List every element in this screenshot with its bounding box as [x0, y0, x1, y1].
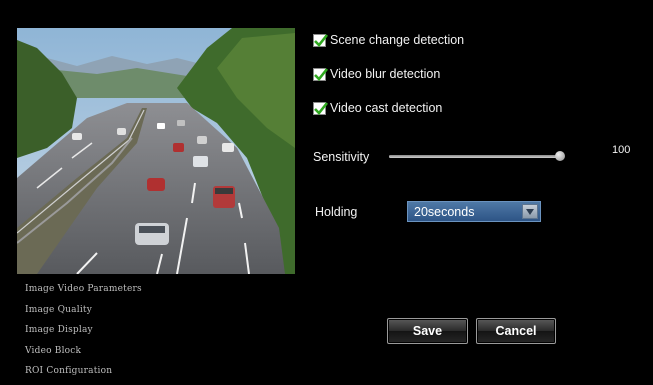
sensitivity-slider-fill [389, 155, 564, 158]
menu-item-video-block[interactable]: Video Block [25, 344, 225, 365]
holding-select-value: 20seconds [414, 205, 475, 219]
holding-label: Holding [315, 205, 358, 219]
menu-item-image-video-parameters[interactable]: Image Video Parameters [25, 282, 225, 303]
video-blur-detection-label: Video blur detection [330, 67, 441, 81]
sensitivity-value: 100 [612, 144, 631, 156]
scene-change-detection-checkbox[interactable]: Scene change detection [313, 31, 464, 49]
video-cast-detection-checkbox[interactable]: Video cast detection [313, 99, 442, 117]
video-cast-detection-label: Video cast detection [330, 101, 443, 115]
settings-menu: Image Video Parameters Image Quality Ima… [25, 282, 225, 385]
checkbox-checked-icon[interactable] [313, 33, 329, 47]
dropdown-button[interactable] [522, 204, 538, 219]
cancel-button[interactable]: Cancel [476, 318, 556, 344]
menu-item-image-quality[interactable]: Image Quality [25, 303, 225, 324]
menu-item-roi-configuration[interactable]: ROI Configuration [25, 364, 225, 385]
save-button[interactable]: Save [387, 318, 468, 344]
sensitivity-slider-thumb[interactable] [555, 151, 565, 161]
camera-preview [17, 28, 295, 274]
checkbox-checked-icon[interactable] [313, 67, 329, 81]
chevron-down-icon [526, 209, 534, 215]
scene-change-detection-label: Scene change detection [330, 33, 465, 47]
sensitivity-slider[interactable] [389, 151, 565, 161]
holding-select[interactable]: 20seconds [407, 201, 541, 222]
sensitivity-label: Sensitivity [313, 150, 370, 164]
menu-item-image-display[interactable]: Image Display [25, 323, 225, 344]
checkbox-checked-icon[interactable] [313, 101, 329, 115]
video-blur-detection-checkbox[interactable]: Video blur detection [313, 65, 440, 83]
